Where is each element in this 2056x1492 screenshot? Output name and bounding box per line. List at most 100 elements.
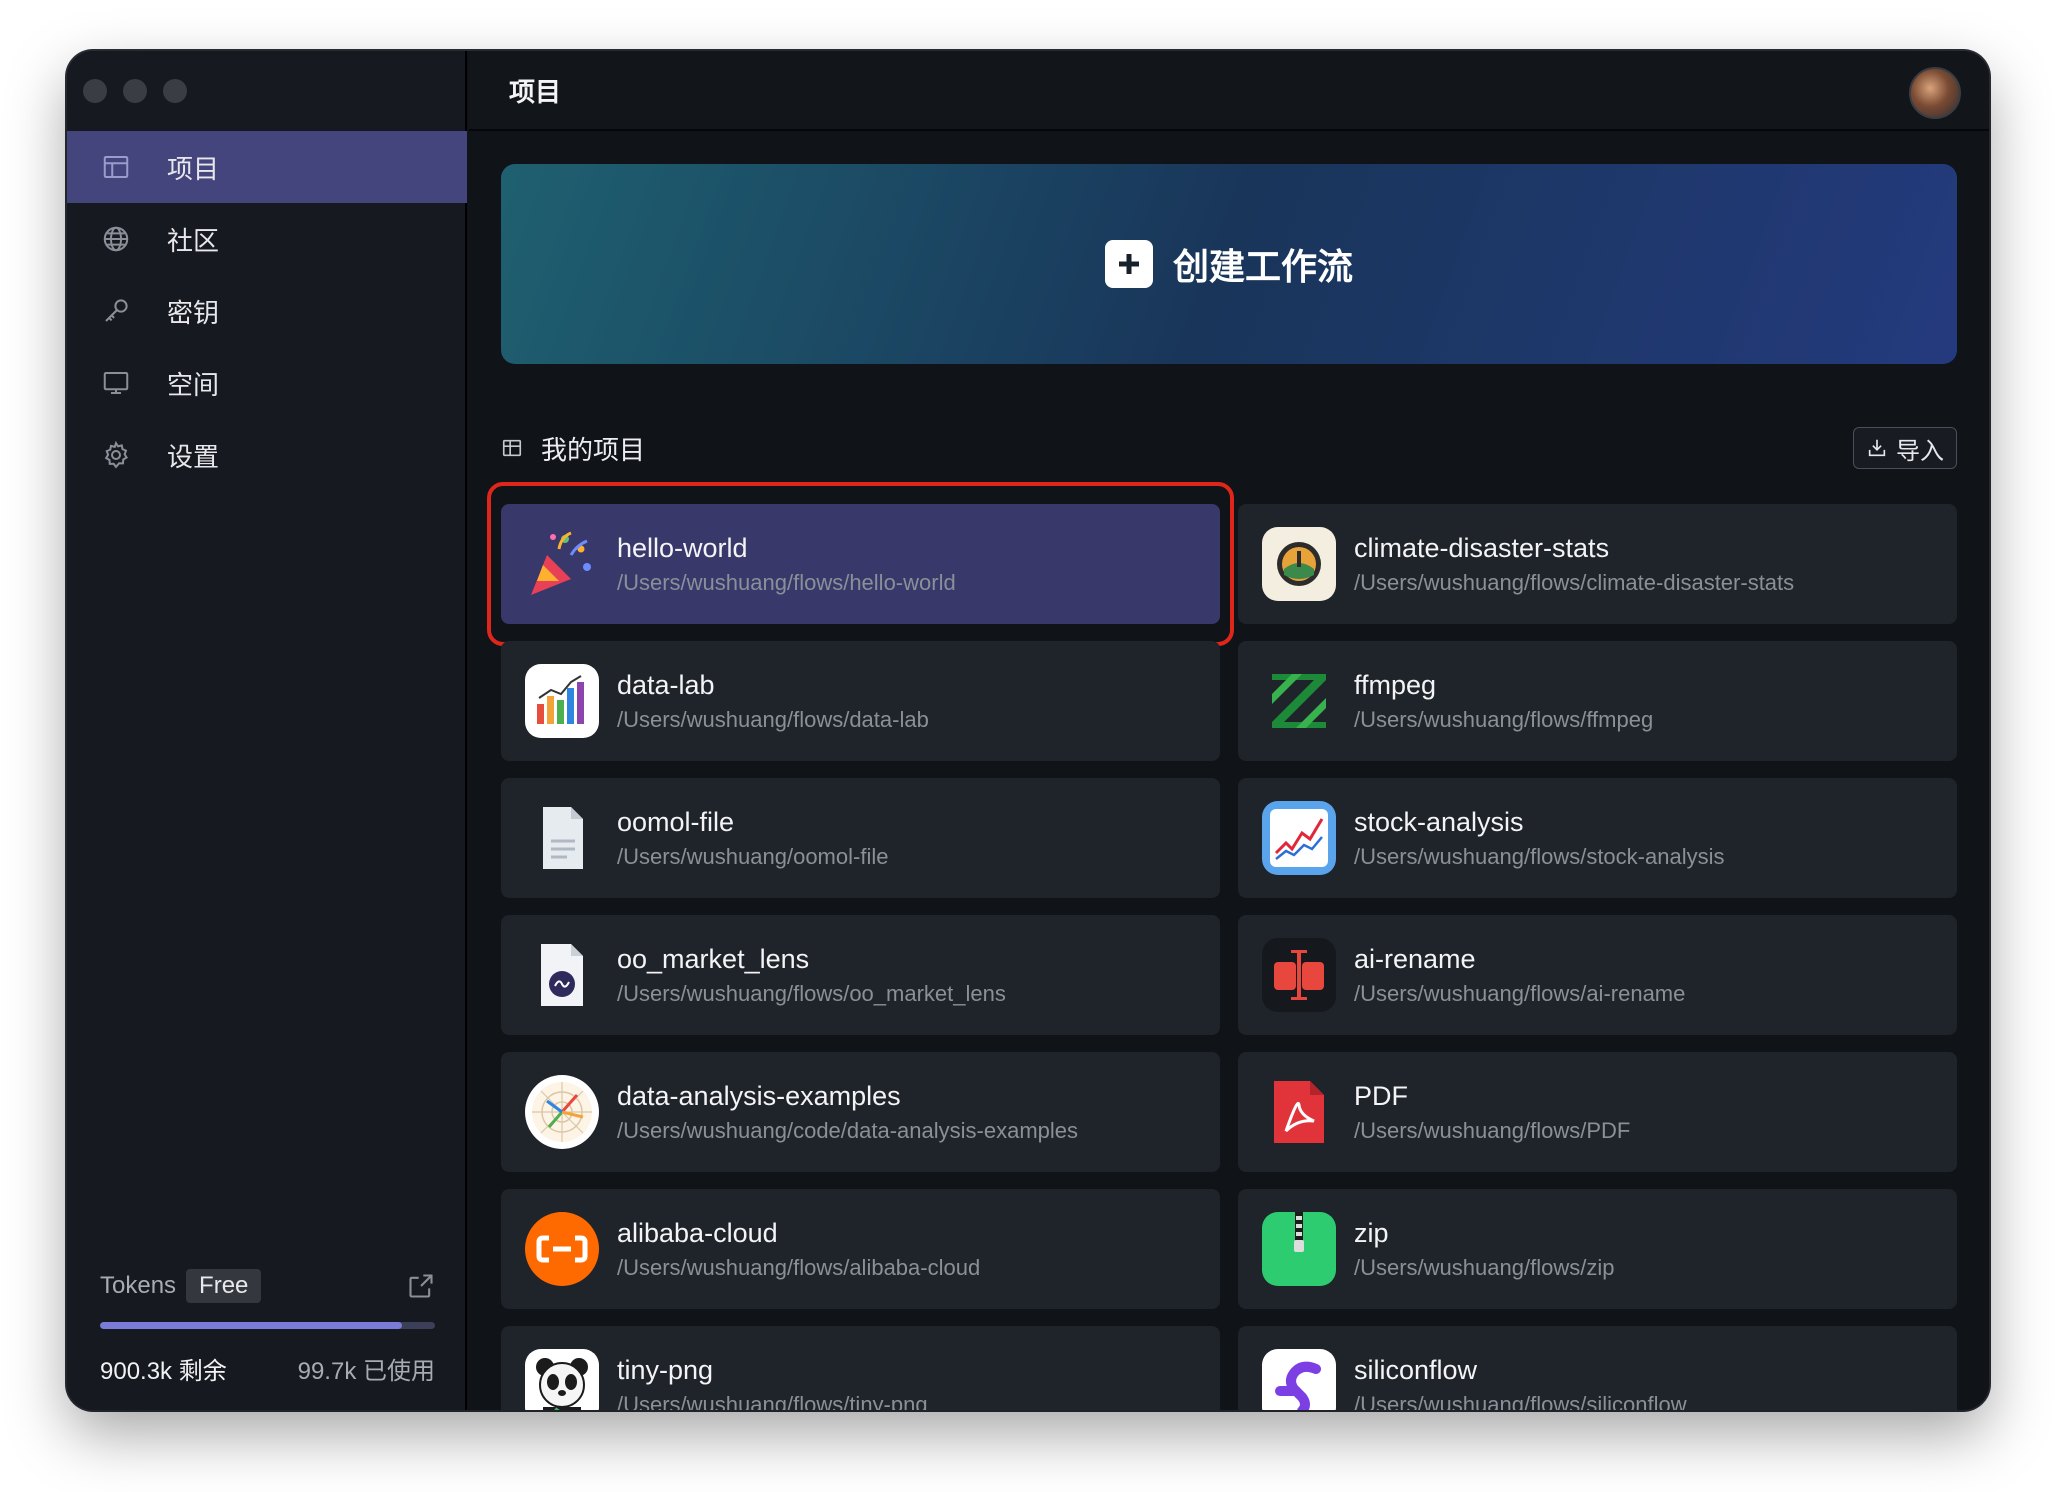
project-name: ffmpeg [1354,669,1437,700]
app-window: 项目 社区 密钥 空间 设置 Tokens Free 900.3k 剩余 99.… [67,51,1989,1410]
zip-icon [1262,1212,1336,1286]
tokens-label: Tokens [100,1272,177,1299]
create-workflow-label: 创建工作流 [1172,246,1353,287]
project-card-climate-disaster-stats[interactable]: climate-disaster-stats /Users/wushuang/f… [1238,504,1957,624]
avatar[interactable] [1909,67,1961,119]
sidebar-item-label: 社区 [167,225,220,256]
tokens-remaining: 900.3k 剩余 [100,1358,227,1385]
zoom-window-button[interactable] [163,79,187,103]
project-path: /Users/wushuang/flows/alibaba-cloud [617,1254,981,1280]
sidebar-item-space[interactable]: 空间 [67,347,467,419]
table-icon [501,437,523,459]
main-content: 项目 创建工作流 我的项目 导入 hello-world /Users/wush… [469,51,1989,1410]
project-card-oomol-file[interactable]: oomol-file /Users/wushuang/oomol-file [501,778,1220,898]
create-workflow-button[interactable]: 创建工作流 [501,164,1957,364]
close-window-button[interactable] [83,79,107,103]
window-controls [83,79,187,103]
project-card-oo-market-lens[interactable]: oo_market_lens /Users/wushuang/flows/oo_… [501,915,1220,1035]
project-card-pdf[interactable]: PDF /Users/wushuang/flows/PDF [1238,1052,1957,1172]
market-lens-icon [525,938,599,1012]
project-name: hello-world [617,532,748,563]
table-icon [101,152,131,182]
project-name: stock-analysis [1354,806,1524,837]
project-card-hello-world[interactable]: hello-world /Users/wushuang/flows/hello-… [487,482,1234,646]
project-path: /Users/wushuang/flows/tiny-png [617,1391,928,1411]
project-path: /Users/wushuang/flows/climate-disaster-s… [1354,569,1795,595]
project-name: climate-disaster-stats [1354,532,1610,563]
plus-icon [1104,240,1153,288]
sidebar-item-label: 设置 [167,441,220,472]
project-name: siliconflow [1354,1354,1478,1385]
token-progress-fill [100,1322,402,1329]
token-progress-bar [100,1322,435,1329]
sidebar: 项目 社区 密钥 空间 设置 Tokens Free 900.3k 剩余 99.… [67,51,467,1410]
line-chart-icon [1262,801,1336,875]
party-popper-icon [525,527,599,601]
top-bar: 项目 [469,51,1989,131]
project-card-ffmpeg[interactable]: ffmpeg /Users/wushuang/flows/ffmpeg [1238,641,1957,761]
sidebar-item-label: 项目 [167,153,220,184]
project-card-stock-analysis[interactable]: stock-analysis /Users/wushuang/flows/sto… [1238,778,1957,898]
project-path: /Users/wushuang/flows/siliconflow [1354,1391,1687,1411]
project-name: zip [1354,1217,1389,1248]
project-path: /Users/wushuang/flows/PDF [1354,1117,1631,1143]
sidebar-nav: 项目 社区 密钥 空间 设置 [67,131,467,491]
project-path: /Users/wushuang/flows/stock-analysis [1354,843,1725,869]
project-name: oo_market_lens [617,943,810,974]
my-projects-header: 我的项目 导入 [501,427,1957,469]
external-link-icon[interactable] [407,1272,435,1300]
monitor-icon [101,368,131,398]
project-path: /Users/wushuang/flows/zip [1354,1254,1615,1280]
project-name: PDF [1354,1080,1408,1111]
project-card-siliconflow[interactable]: siliconflow /Users/wushuang/flows/silico… [1238,1326,1957,1410]
sidebar-item-label: 密钥 [167,297,220,328]
project-path: /Users/wushuang/flows/ffmpeg [1354,706,1654,732]
project-path: /Users/wushuang/oomol-file [617,843,889,869]
globe-icon [101,224,131,254]
token-usage-panel: Tokens Free 900.3k 剩余 99.7k 已使用 [100,1268,435,1386]
rename-icon [1262,938,1336,1012]
bar-chart-icon [525,664,599,738]
project-name: oomol-file [617,806,735,837]
project-name: tiny-png [617,1354,714,1385]
download-tray-icon [1868,439,1886,457]
project-path: /Users/wushuang/code/data-analysis-examp… [617,1117,1079,1143]
project-card-data-lab[interactable]: data-lab /Users/wushuang/flows/data-lab [501,641,1220,761]
radar-icon [525,1075,599,1149]
project-path: /Users/wushuang/flows/hello-world [617,569,956,595]
sidebar-item-projects[interactable]: 项目 [67,131,467,203]
plan-badge: Free [186,1269,262,1303]
project-name: alibaba-cloud [617,1217,778,1248]
project-path: /Users/wushuang/flows/ai-rename [1354,980,1686,1006]
project-path: /Users/wushuang/flows/data-lab [617,706,929,732]
gear-icon [101,440,131,470]
page-title: 项目 [509,76,562,107]
project-name: data-lab [617,669,715,700]
sidebar-item-settings[interactable]: 设置 [67,419,467,491]
project-card-zip[interactable]: zip /Users/wushuang/flows/zip [1238,1189,1957,1309]
project-card-data-analysis-examples[interactable]: data-analysis-examples /Users/wushuang/c… [501,1052,1220,1172]
globe-badge-icon [1262,527,1336,601]
sidebar-item-keys[interactable]: 密钥 [67,275,467,347]
import-button[interactable]: 导入 [1853,427,1957,469]
project-name: data-analysis-examples [617,1080,901,1111]
project-card-alibaba-cloud[interactable]: alibaba-cloud /Users/wushuang/flows/alib… [501,1189,1220,1309]
project-name: ai-rename [1354,943,1476,974]
sidebar-item-community[interactable]: 社区 [67,203,467,275]
panda-icon [525,1349,599,1410]
project-path: /Users/wushuang/flows/oo_market_lens [617,980,1006,1006]
sidebar-item-label: 空间 [167,369,220,400]
key-icon [101,296,131,326]
alibaba-cloud-icon [525,1212,599,1286]
project-grid: hello-world /Users/wushuang/flows/hello-… [487,482,1957,1410]
project-card-ai-rename[interactable]: ai-rename /Users/wushuang/flows/ai-renam… [1238,915,1957,1035]
project-card-tiny-png[interactable]: tiny-png /Users/wushuang/flows/tiny-png [501,1326,1220,1410]
file-icon [525,801,599,875]
section-title: 我的项目 [541,434,646,465]
minimize-window-button[interactable] [123,79,147,103]
import-label: 导入 [1896,437,1944,465]
pdf-icon [1262,1075,1336,1149]
ffmpeg-icon [1262,664,1336,738]
tokens-used: 99.7k 已使用 [297,1358,435,1385]
siliconflow-icon [1262,1349,1336,1410]
